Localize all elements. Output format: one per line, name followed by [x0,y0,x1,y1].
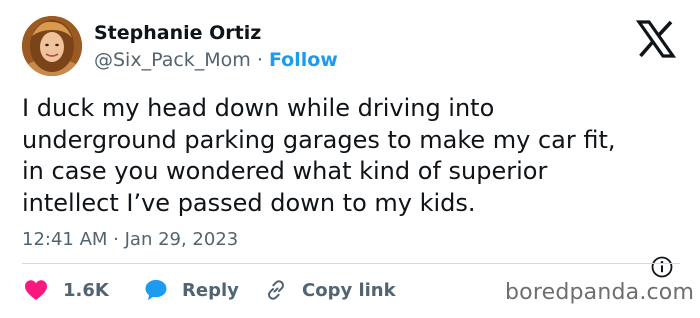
like-count: 1.6K [63,279,109,301]
author-handle-row: @Six_Pack_Mom · Follow [94,49,338,71]
author-name[interactable]: Stephanie Ortiz [94,22,261,44]
tweet-timestamp[interactable]: 12:41 AM · Jan 29, 2023 [22,229,238,250]
copy-link-button[interactable]: Copy link [264,273,396,307]
reply-label: Reply [182,279,239,301]
link-icon [268,280,284,300]
divider [22,263,680,264]
tweet-card: Stephanie Ortiz @Six_Pack_Mom · Follow I… [0,0,700,318]
tweet-line: I duck my head down while driving into [22,94,495,122]
like-button[interactable]: 1.6K [24,273,109,307]
follow-button[interactable]: Follow [269,49,338,71]
reply-button[interactable]: Reply [144,273,239,307]
author-handle[interactable]: @Six_Pack_Mom [94,49,251,71]
tweet-text: I duck my head down while driving into u… [22,93,682,219]
copy-link-label: Copy link [302,279,396,301]
avatar[interactable] [22,16,82,76]
watermark: boredpanda.com [505,280,695,305]
heart-icon [25,280,47,300]
tweet-line: in case you wondered what kind of superi… [22,157,548,185]
speech-bubble-icon [145,280,167,301]
x-logo-icon[interactable] [636,20,676,58]
avatar-image [22,16,82,76]
tweet-line: underground parking garages to make my c… [22,125,616,154]
separator-dot: · [256,49,263,71]
tweet-line: intellect I’ve passed down to my kids. [22,188,476,217]
